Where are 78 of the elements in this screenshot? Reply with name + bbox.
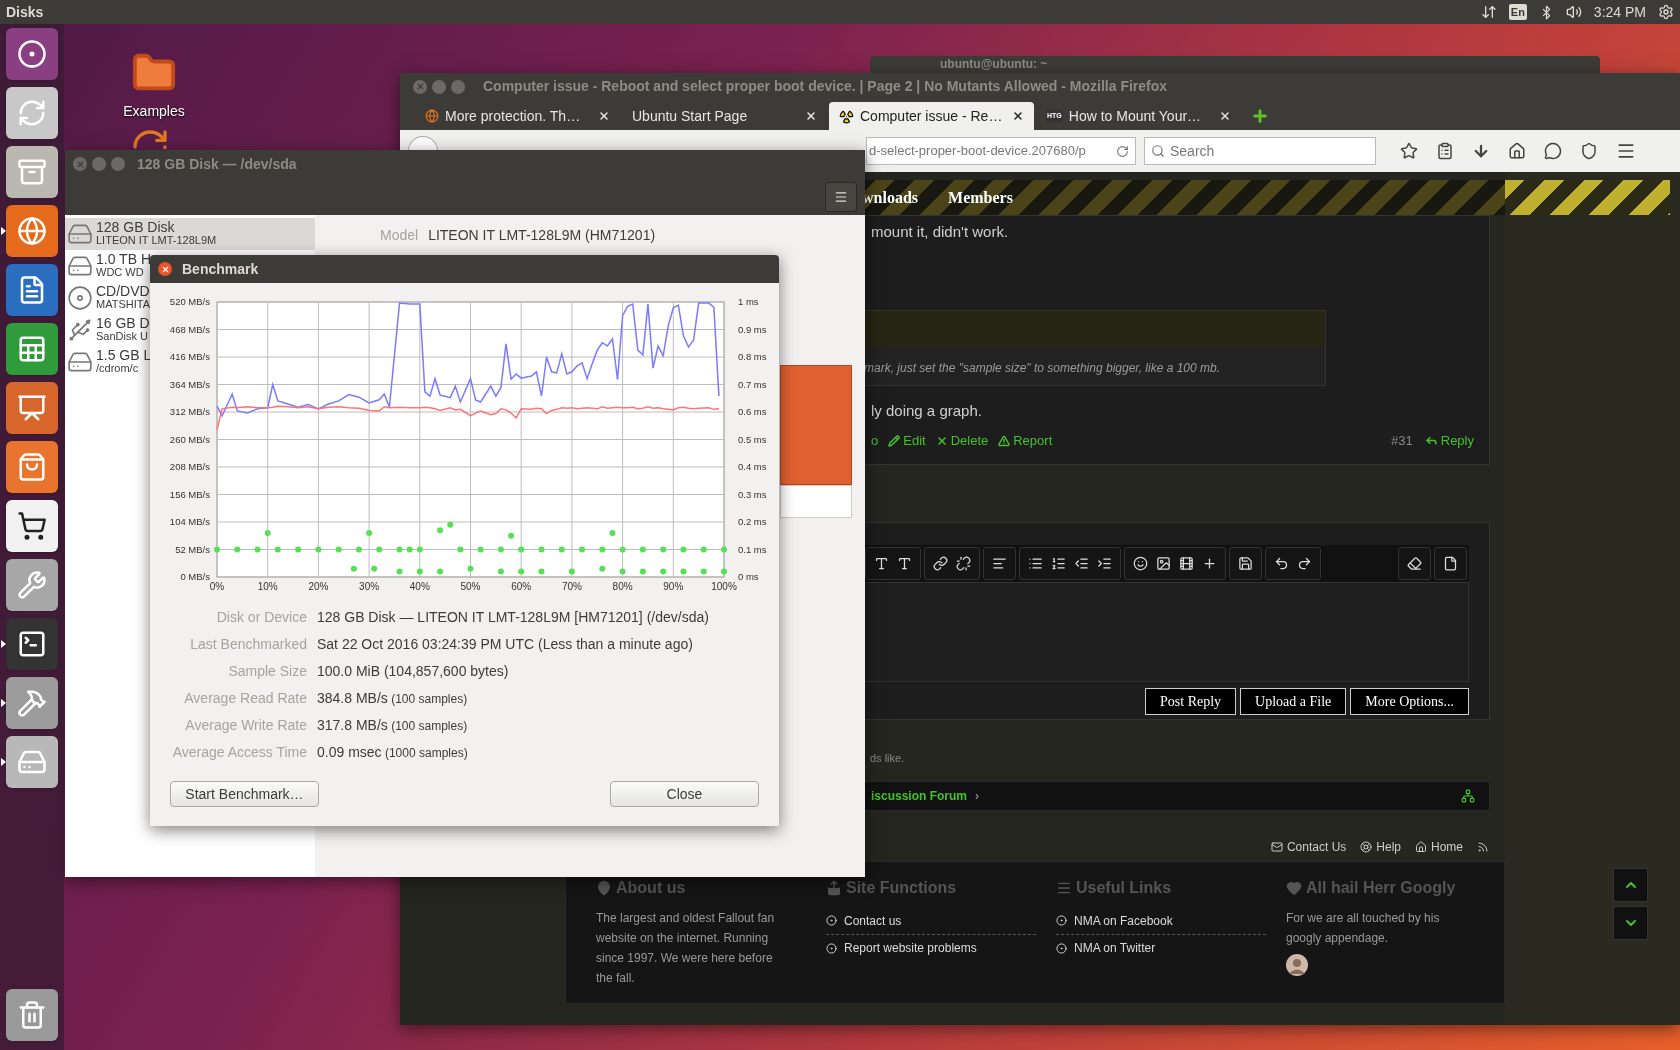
window-title: ubuntu@ubuntu: ~ (940, 58, 1048, 71)
y-tick-label: 104 MB/s (169, 516, 210, 527)
search-placeholder: Search (1170, 141, 1215, 161)
tab-title: Ubuntu Start Page (632, 106, 749, 126)
info-label: Average Write Rate (184, 716, 307, 735)
drive-model: LITEON IT LMT-128L9M (96, 234, 217, 247)
x-tick-label: 40% (409, 581, 430, 592)
info-value: 384.8 MB/s (100 samples) (317, 689, 468, 708)
x-tick-label: 30% (359, 581, 380, 592)
x-tick-label: 20% (308, 581, 329, 592)
y-tick-label: 364 MB/s (169, 378, 210, 390)
info-label: Disk or Device (215, 608, 307, 627)
x-tick-label: 10% (257, 581, 278, 592)
footer-heading: Useful Links (1076, 877, 1172, 898)
x-tick-label: 100% (711, 581, 737, 592)
drive-name: 128 GB Disk (96, 221, 176, 234)
tab-title: Computer issue - Re… (860, 106, 1004, 126)
x-tick-label: 90% (663, 581, 684, 592)
info-label: Average Access Time (171, 743, 307, 762)
y-tick-label: 52 MB/s (175, 543, 210, 555)
footer-heading: About us (616, 877, 686, 898)
post-text: mount it, didn't work. (871, 222, 1010, 242)
footer-heading: All hail Herr Googly (1306, 877, 1456, 898)
window-title: Computer issue - Reboot and select proper boot device. | Page 2 | No Mutants Allowed - Mozilla Firefox (483, 77, 1168, 96)
quote-text: mark, just set the "sample size" to something bigger, like a 100 mb. (864, 359, 1222, 377)
info-value: Sat 22 Oct 2016 03:24:39 PM UTC (Less than a minute ago) (317, 635, 693, 654)
tab-title: How to Mount Your… (1068, 106, 1203, 126)
y-tick-label: 260 MB/s (169, 433, 210, 445)
drive-name: 1.0 TB H (96, 253, 151, 266)
info-value: 128 GB Disk — LITEON IT LMT-128L9M [HM71201] (/dev/sda) (317, 608, 709, 627)
dialog-title: Benchmark (182, 259, 259, 279)
y-tick-label: 0.3 ms (738, 488, 767, 500)
y-tick-label: 0.5 ms (738, 433, 767, 445)
drive-model: WDC WD (96, 266, 145, 279)
info-label: Last Benchmarked (189, 635, 307, 654)
info-label: Sample Size (227, 662, 307, 681)
y-tick-label: 0.9 ms (738, 323, 767, 335)
info-label: Average Read Rate (183, 689, 307, 708)
url-text: d-select-proper-boot-device.207680/p (869, 142, 1086, 161)
y-tick-label: 0.7 ms (738, 378, 767, 390)
tab-title: More protection. Th… (445, 106, 582, 126)
info-value: 0.09 msec (1000 samples) (317, 743, 468, 762)
y-tick-label: 468 MB/s (169, 323, 210, 335)
model-label: Model (380, 226, 419, 245)
y-tick-label: 312 MB/s (169, 406, 210, 417)
model-value: LITEON IT LMT-128L9M (HM71201) (428, 226, 656, 245)
y-tick-label: 0.8 ms (738, 351, 767, 362)
y-tick-label: 0 ms (738, 571, 759, 582)
footer-heading: Site Functions (846, 877, 957, 898)
window-title: 128 GB Disk — /dev/sda (137, 154, 297, 174)
likes-text: ds like. (870, 751, 905, 766)
y-tick-label: 208 MB/s (169, 461, 210, 472)
y-tick-label: 0.2 ms (738, 516, 767, 527)
y-tick-label: 0 MB/s (180, 571, 210, 582)
post-text: ly doing a graph. (871, 400, 983, 421)
info-value: 100.0 MiB (104,857,600 bytes) (317, 662, 509, 681)
x-tick-label: 70% (561, 581, 582, 592)
x-tick-label: 50% (460, 581, 481, 592)
x-tick-label: 80% (612, 581, 633, 592)
x-tick-label: 0% (209, 581, 225, 592)
y-tick-label: 1 ms (738, 296, 759, 307)
drive-model: SanDisk U (96, 330, 149, 343)
drive-model: MATSHITA (96, 298, 150, 311)
y-tick-label: 416 MB/s (169, 351, 210, 362)
y-tick-label: 0.1 ms (738, 543, 767, 555)
y-tick-label: 520 MB/s (169, 296, 210, 307)
y-tick-label: 156 MB/s (169, 488, 210, 500)
drive-name: CD/DVD (96, 285, 150, 298)
drive-name: 16 GB D (96, 317, 150, 330)
footer-text: For we are all touched by his googly appendage. (1286, 909, 1441, 947)
y-tick-label: 0.4 ms (738, 461, 767, 472)
breadcrumb-arrow: › (975, 787, 980, 805)
x-tick-label: 60% (511, 581, 532, 592)
footer-text: The largest and oldest Fallout fan website on the internet. Running since 1997. We were here before the fall. (596, 909, 776, 987)
info-value: 317.8 MB/s (100 samples) (317, 716, 468, 735)
app-name: Disks (6, 2, 44, 22)
y-tick-label: 0.6 ms (738, 406, 767, 417)
drive-model: /cdrom/c (96, 362, 140, 375)
